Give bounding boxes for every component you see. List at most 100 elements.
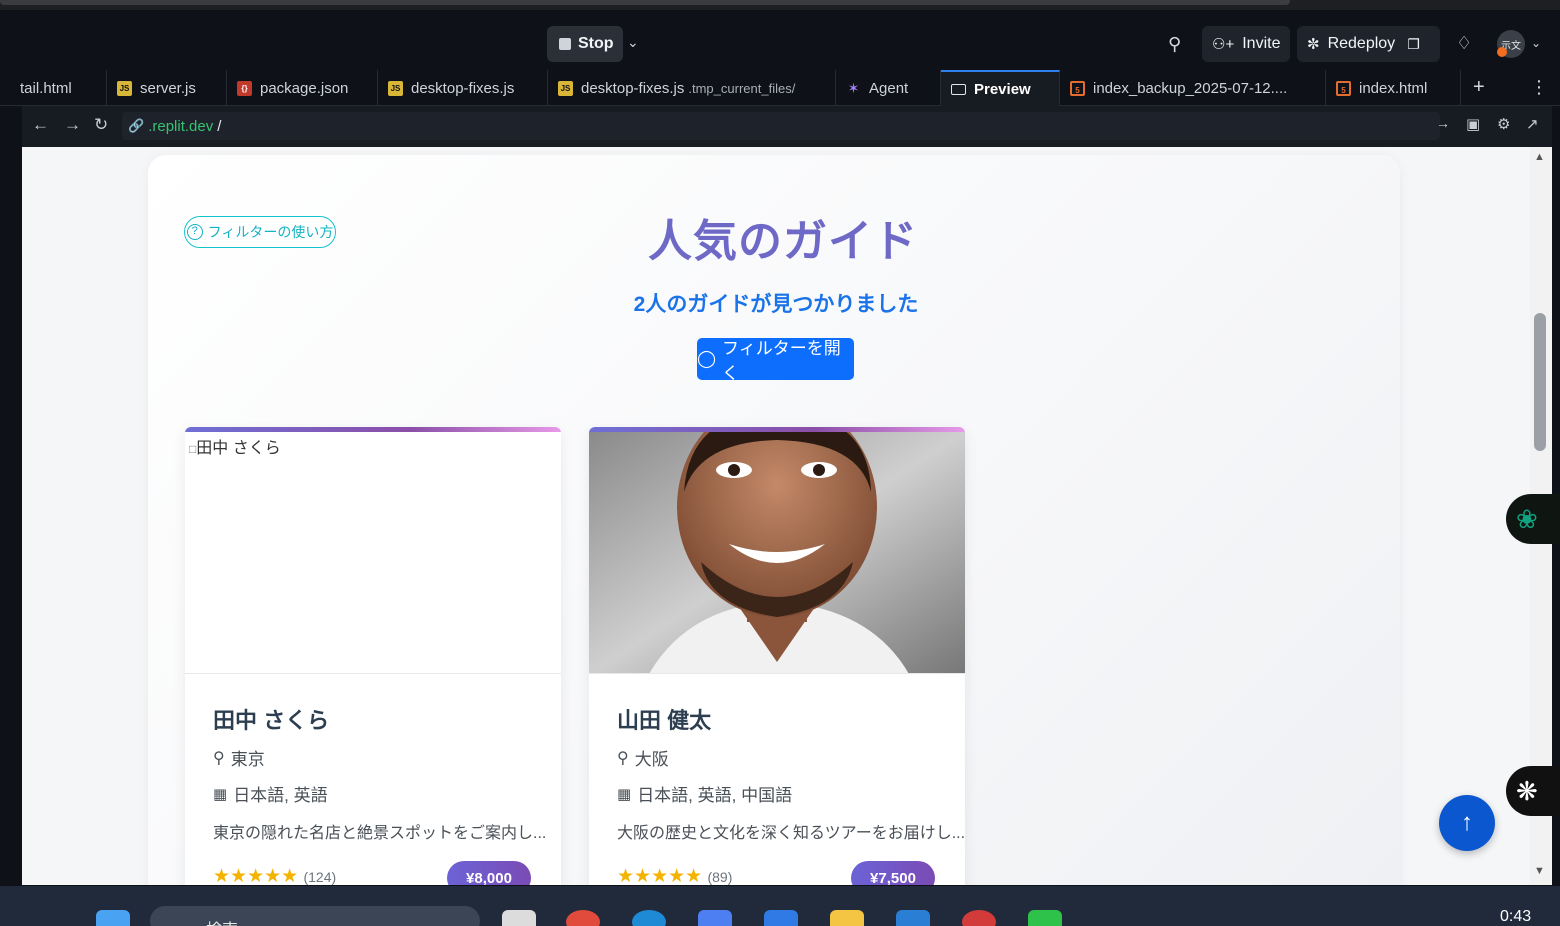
more-vertical-icon[interactable]: ⋮ [1530,77,1548,98]
tab-label: Preview [974,80,1031,98]
json-file-icon: {} [237,80,252,96]
redeploy-button[interactable]: ✼ Redeploy ❐ [1297,26,1440,62]
screen: Stop ⌄ ⚲ ⚇+ Invite ✼ Redeploy ❐ ♢ 示文 ⌄ t… [0,0,1560,926]
line-icon[interactable] [1028,910,1062,926]
tab-label: package.json [260,79,349,97]
chrome-icon[interactable] [566,910,600,926]
price-badge: ¥7,500 [851,861,935,885]
tab-desktop-fixes-js-tmp[interactable]: JS desktop-fixes.js .tmp_current_files/ [548,70,836,106]
copilot-icon[interactable] [698,910,732,926]
open-filter-label: フィルターを開く [722,339,841,383]
guide-name: 田中 さくら [213,708,330,733]
link-icon: 🔗 [128,118,145,133]
stop-button[interactable]: Stop [547,26,623,62]
folder-icon[interactable] [830,910,864,926]
guide-card[interactable]: 山田 健太 ⚲ 大阪 ▦ 日本語, 英語, 中国語 大阪の歴史と文化を深く知るツ… [589,427,965,885]
store-icon[interactable] [764,910,798,926]
html-file-icon: 5 [1070,80,1085,96]
broken-image-alt: □田中 さくら [189,440,281,457]
copy-icon[interactable]: ❐ [1407,36,1420,53]
guide-languages: ▦ 日本語, 英語, 中国語 [617,781,792,806]
translate-icon: ▦ [213,785,228,803]
left-panel-strip [0,106,22,886]
taskbar-search[interactable]: 検索 [150,906,480,926]
scroll-up-arrow-icon[interactable]: ▲ [1534,151,1545,163]
tab-desktop-fixes-js[interactable]: JS desktop-fixes.js [378,70,548,106]
reload-icon[interactable]: ↻ [94,115,108,135]
map-pin-icon: ⚲ [617,749,629,767]
edge-icon[interactable] [632,910,666,926]
guide-location: ⚲ 東京 [213,745,265,770]
guide-photo [589,432,965,674]
search-placeholder: 検索 [206,922,238,926]
result-count: 2人のガイドが見つかりました [633,293,919,316]
stop-label: Stop [578,35,614,52]
clock: 0:43 [1500,908,1532,925]
guide-card[interactable]: □田中 さくら 田中 さくら ⚲ 東京 ▦ 日本語, 英語 東京の隠れた名店と絶… [185,427,561,885]
scroll-down-arrow-icon[interactable]: ▼ [1534,865,1545,877]
tab-tail-html[interactable]: tail.html [0,70,107,106]
tab-index-backup[interactable]: 5 index_backup_2025-07-12.... [1060,70,1326,106]
tab-agent[interactable]: ✶ Agent [836,70,941,106]
task-view-icon[interactable] [502,910,536,926]
add-user-icon: ⚇+ [1212,36,1235,53]
tab-label: server.js [140,79,196,97]
deploy-icon: ✼ [1307,36,1320,53]
rating: ★★★★★ (89) [617,865,732,885]
start-icon[interactable] [96,910,130,926]
tab-label: index.html [1359,79,1428,97]
app-icon[interactable] [962,910,996,926]
tab-preview[interactable]: Preview [941,70,1060,106]
scroll-to-top-button[interactable]: ↑ [1439,795,1495,851]
filter-icon: ◯ [697,349,717,368]
translate-icon: ▦ [617,785,632,803]
js-file-icon: JS [117,80,132,96]
html-file-icon: 5 [1336,80,1351,96]
page-title: 人気のガイド [648,217,918,266]
js-file-icon: JS [558,80,573,96]
tab-label: tail.html [20,79,72,97]
star-icons: ★★★★★ [617,866,703,885]
open-filter-button[interactable]: ◯ フィルターを開く [697,338,854,383]
avatar[interactable]: 示文 [1497,30,1525,58]
tab-label: index_backup_2025-07-12.... [1093,79,1288,97]
guides-section: ? フィルターの使い方 人気のガイド 2人のガイドが見つかりました ◯ フィルタ… [148,155,1400,885]
guide-languages: ▦ 日本語, 英語 [213,781,328,806]
scrollbar-thumb[interactable] [1534,313,1546,451]
agent-icon: ✶ [847,79,860,96]
map-pin-icon: ⚲ [213,749,225,767]
search-icon[interactable]: ⚲ [1168,34,1181,55]
wrench-icon[interactable]: ⚙ [1497,115,1510,133]
chevron-down-icon[interactable]: ⌄ [1531,36,1541,50]
invite-button[interactable]: ⚇+ Invite [1202,26,1290,62]
replit-header: Stop ⌄ ⚲ ⚇+ Invite ✼ Redeploy ❐ ♢ 示文 ⌄ [0,10,1560,70]
portrait-image [589,432,965,673]
languages-text: 日本語, 英語, 中国語 [637,786,793,805]
forward-arrow-icon[interactable]: → [64,115,81,135]
preview-icon [951,83,966,95]
guide-location: ⚲ 大阪 [617,745,669,770]
tab-server-js[interactable]: JS server.js [107,70,227,106]
os-taskbar: 検索 0:43 [0,886,1560,926]
url-field[interactable]: 🔗 .replit.dev / [122,112,1440,140]
location-text: 大阪 [634,750,669,769]
tab-label: desktop-fixes.js [411,79,515,97]
back-arrow-icon[interactable]: ← [32,115,49,135]
os-top-strip [0,0,1560,10]
chatgpt-extension-icon[interactable]: ❀ [1506,494,1560,544]
tab-package-json[interactable]: {} package.json [227,70,378,106]
assistant-extension-icon[interactable]: ❋ [1506,766,1560,816]
tab-label: Agent [869,79,909,97]
url-domain: .replit.dev [148,117,214,135]
tab-sublabel: .tmp_current_files/ [688,80,796,96]
go-arrow-icon[interactable]: → [1436,115,1450,131]
vscode-icon[interactable] [896,910,930,926]
review-count: (124) [303,869,337,885]
bell-icon[interactable]: ♢ [1456,33,1472,54]
open-external-icon[interactable]: ↗ [1526,115,1539,133]
device-icon[interactable]: ▣ [1466,115,1480,133]
add-tab-icon[interactable]: + [1473,76,1485,99]
chevron-down-icon[interactable]: ⌄ [627,34,639,51]
tab-label: desktop-fixes.js [581,79,685,97]
tab-index-html[interactable]: 5 index.html [1326,70,1461,106]
